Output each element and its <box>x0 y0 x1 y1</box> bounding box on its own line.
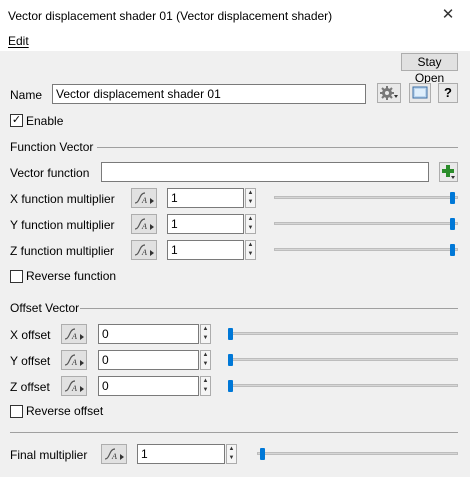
function-vector-heading: Function Vector <box>10 140 94 154</box>
spin-down-icon[interactable]: ▼ <box>246 198 255 207</box>
svg-text:A: A <box>71 358 77 367</box>
z-function-curve-button[interactable]: A <box>131 240 157 260</box>
spin-down-icon[interactable]: ▼ <box>201 360 210 369</box>
y-function-multiplier-label: Y function multiplier <box>10 218 115 232</box>
final-curve-button[interactable]: A <box>101 444 127 464</box>
final-multiplier-label: Final multiplier <box>10 448 88 462</box>
spin-down-icon[interactable]: ▼ <box>201 334 210 343</box>
spin-up-icon[interactable]: ▲ <box>246 215 255 224</box>
add-function-button[interactable] <box>439 162 458 182</box>
svg-text:A: A <box>141 222 147 231</box>
z-offset-curve-button[interactable]: A <box>61 376 87 396</box>
curve-icon: A <box>64 380 84 393</box>
curve-icon: A <box>64 354 84 367</box>
svg-text:A: A <box>141 196 147 205</box>
spin-up-icon[interactable]: ▲ <box>246 189 255 198</box>
reverse-function-label: Reverse function <box>26 269 117 283</box>
x-offset-curve-button[interactable]: A <box>61 324 87 344</box>
y-offset-curve-button[interactable]: A <box>61 350 87 370</box>
curve-icon: A <box>104 448 124 461</box>
y-offset-track[interactable] <box>228 358 458 361</box>
monitor-icon <box>412 86 428 99</box>
menu-bar <box>0 31 470 51</box>
x-function-multiplier-label: X function multiplier <box>10 192 115 206</box>
final-multiplier-input[interactable]: 1 <box>137 444 225 464</box>
final-multiplier-slider[interactable] <box>260 448 265 460</box>
spin-up-icon[interactable]: ▲ <box>201 325 210 334</box>
gear-icon <box>380 86 398 100</box>
svg-text:A: A <box>71 384 77 393</box>
stay-open-button[interactable]: Stay Open <box>401 53 458 85</box>
reverse-offset-checkbox[interactable] <box>10 405 23 418</box>
x-function-multiplier-track[interactable] <box>274 196 458 199</box>
z-function-multiplier-slider[interactable] <box>450 244 455 256</box>
reverse-offset-label: Reverse offset <box>26 404 104 418</box>
z-offset-track[interactable] <box>228 384 458 387</box>
x-offset-label: X offset <box>10 328 51 342</box>
y-function-multiplier-input[interactable]: 1 <box>167 214 244 234</box>
plus-icon <box>442 165 455 179</box>
vector-function-input[interactable] <box>101 162 429 182</box>
spin-up-icon[interactable]: ▲ <box>227 445 236 454</box>
y-function-multiplier-track[interactable] <box>274 222 458 225</box>
enable-label: Enable <box>26 114 64 128</box>
z-function-multiplier-label: Z function multiplier <box>10 244 115 258</box>
preview-button[interactable] <box>409 83 431 103</box>
curve-icon: A <box>134 218 154 231</box>
settings-button[interactable] <box>377 83 401 103</box>
x-function-multiplier-input[interactable]: 1 <box>167 188 244 208</box>
y-offset-input[interactable]: 0 <box>98 350 199 370</box>
x-function-multiplier-spinner[interactable]: ▲ ▼ <box>245 188 256 208</box>
y-function-curve-button[interactable]: A <box>131 214 157 234</box>
svg-text:A: A <box>71 332 77 341</box>
spin-up-icon[interactable]: ▲ <box>246 241 255 250</box>
name-input[interactable]: Vector displacement shader 01 <box>52 84 366 104</box>
z-function-multiplier-spinner[interactable]: ▲ ▼ <box>245 240 256 260</box>
curve-icon: A <box>134 192 154 205</box>
curve-icon: A <box>134 244 154 257</box>
spin-down-icon[interactable]: ▼ <box>201 386 210 395</box>
name-label: Name <box>10 88 43 102</box>
y-function-multiplier-spinner[interactable]: ▲ ▼ <box>245 214 256 234</box>
close-icon[interactable]: ✕ <box>434 3 462 27</box>
window-title: Vector displacement shader 01 (Vector di… <box>8 9 333 23</box>
z-function-multiplier-track[interactable] <box>274 248 458 251</box>
z-offset-slider[interactable] <box>228 380 233 392</box>
z-offset-input[interactable]: 0 <box>98 376 199 396</box>
vector-function-label: Vector function <box>10 166 90 180</box>
spin-up-icon[interactable]: ▲ <box>201 351 210 360</box>
z-function-multiplier-input[interactable]: 1 <box>167 240 244 260</box>
y-offset-label: Y offset <box>10 354 51 368</box>
x-offset-spinner[interactable]: ▲ ▼ <box>200 324 211 344</box>
x-offset-input[interactable]: 0 <box>98 324 199 344</box>
spin-down-icon[interactable]: ▼ <box>246 250 255 259</box>
x-function-curve-button[interactable]: A <box>131 188 157 208</box>
reverse-function-checkbox[interactable] <box>10 270 23 283</box>
x-offset-track[interactable] <box>228 332 458 335</box>
spin-up-icon[interactable]: ▲ <box>201 377 210 386</box>
svg-text:A: A <box>111 452 117 461</box>
z-offset-label: Z offset <box>10 380 50 394</box>
section-divider <box>10 432 458 433</box>
y-offset-slider[interactable] <box>228 354 233 366</box>
section-divider <box>97 147 458 148</box>
z-offset-spinner[interactable]: ▲ ▼ <box>200 376 211 396</box>
y-function-multiplier-slider[interactable] <box>450 218 455 230</box>
final-multiplier-spinner[interactable]: ▲ ▼ <box>226 444 237 464</box>
x-offset-slider[interactable] <box>228 328 233 340</box>
y-offset-spinner[interactable]: ▲ ▼ <box>200 350 211 370</box>
curve-icon: A <box>64 328 84 341</box>
enable-checkbox[interactable]: ✓ <box>10 114 23 127</box>
help-button[interactable]: ? <box>438 83 458 103</box>
final-multiplier-track[interactable] <box>257 452 458 455</box>
section-divider <box>80 308 458 309</box>
spin-down-icon[interactable]: ▼ <box>227 454 236 463</box>
x-function-multiplier-slider[interactable] <box>450 192 455 204</box>
svg-text:A: A <box>141 248 147 257</box>
spin-down-icon[interactable]: ▼ <box>246 224 255 233</box>
offset-vector-heading: Offset Vector <box>10 301 80 315</box>
menu-edit[interactable]: Edit <box>8 34 29 48</box>
